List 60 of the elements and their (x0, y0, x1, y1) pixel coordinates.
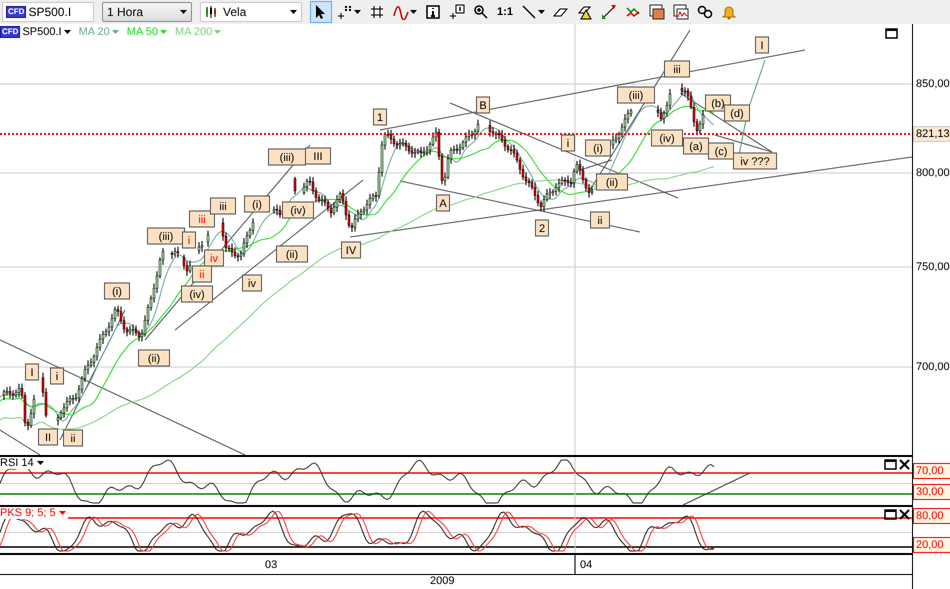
wave-label: (a) (683, 138, 709, 154)
wave-label: (b) (705, 94, 731, 112)
wave-label: A (436, 194, 450, 212)
wave-label: (c) (708, 142, 734, 160)
wave-label: i (50, 368, 64, 384)
current-price-label: 821,13 (913, 126, 950, 142)
wave-label: (ii) (138, 350, 170, 366)
year-label: 2009 (430, 575, 454, 587)
wave-label: III (305, 148, 331, 164)
ratio-button[interactable]: 1:1 (494, 1, 516, 23)
wave-label: 1 (373, 108, 387, 126)
wave-label: II (38, 428, 58, 446)
wave-label: (iii) (147, 228, 185, 244)
wave-label: i (561, 134, 575, 152)
price-tick: 800,00 (916, 167, 950, 179)
symbol-text: SP500.I (28, 5, 72, 19)
indicator-title[interactable]: RSI 14 (0, 457, 46, 469)
price-tick: 700,00 (916, 361, 950, 373)
price-tick: 750,00 (916, 261, 950, 273)
cfd-badge: CFD (0, 26, 20, 38)
wave-label: (i) (585, 140, 611, 156)
wave-label: (ii) (596, 174, 628, 190)
time-label: 04 (580, 559, 592, 571)
level-label: 30,00 (913, 484, 950, 500)
wave-label: iv (242, 274, 262, 292)
wave-label: iv (204, 250, 224, 266)
price-tick: 850,00 (916, 78, 950, 90)
wave-label: (iii) (617, 86, 655, 104)
time-label: 03 (265, 559, 278, 571)
symbol-text: SP500.I (22, 26, 62, 38)
wave-label: iii (210, 198, 236, 214)
wave-label: B (476, 96, 490, 114)
wave-label: ii (63, 430, 83, 446)
level-label: 70,00 (913, 463, 950, 479)
chart-type-dropdown[interactable]: Vela (200, 2, 302, 22)
symbol-field[interactable]: CFD SP500.I (2, 2, 94, 22)
timeframe-dropdown[interactable]: 1 Hora (102, 2, 192, 22)
wave-label: (iii) (268, 148, 306, 166)
wave-label: IV (341, 242, 361, 258)
wave-label: iii (189, 210, 215, 228)
symbol-legend[interactable]: CFD SP500.I (0, 26, 71, 38)
wave-label: iv ??? (733, 152, 777, 170)
wave-label: ii (192, 266, 212, 282)
wave-label: I (25, 364, 39, 380)
wave-label: i (182, 232, 196, 248)
wave-label: (d) (724, 104, 750, 122)
wave-label: (iv) (181, 286, 213, 302)
wave-label: (ii) (276, 246, 308, 262)
wave-label: (i) (104, 282, 130, 300)
wave-label: (iv) (282, 202, 314, 218)
wave-label: iii (664, 60, 690, 78)
wave-label: ii (590, 212, 610, 228)
wave-label: I (755, 36, 769, 54)
wave-label: (iv) (651, 130, 683, 146)
level-label: 80,00 (913, 508, 950, 524)
wave-label: 2 (535, 220, 549, 236)
cfd-badge: CFD (6, 6, 26, 18)
indicator-title[interactable]: PKS 9; 5; 5 (0, 507, 68, 519)
wave-label: (i) (244, 196, 270, 212)
level-label: 20,00 (913, 537, 950, 553)
